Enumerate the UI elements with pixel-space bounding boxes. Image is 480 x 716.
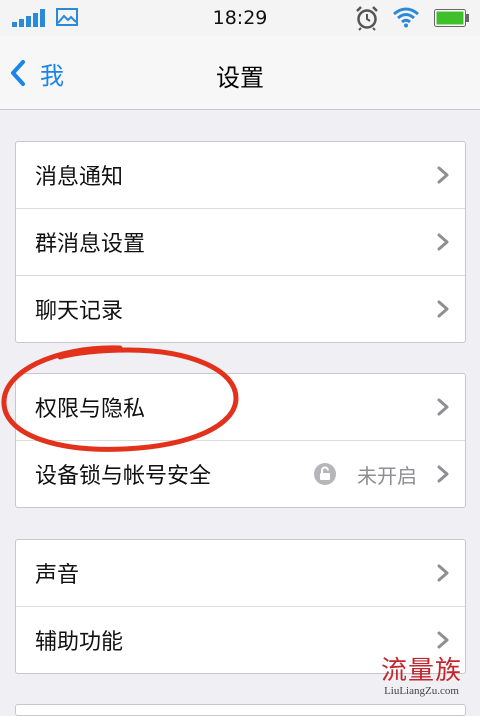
chevron-right-icon <box>437 398 449 416</box>
row-label: 声音 <box>35 563 80 588</box>
settings-group-next <box>15 704 466 716</box>
navigation-bar: 我 设置 <box>0 36 480 110</box>
settings-group-messages: 消息通知 群消息设置 聊天记录 <box>15 141 466 343</box>
chevron-right-icon <box>437 233 449 251</box>
settings-group-security: 权限与隐私 设备锁与帐号安全 未开启 <box>15 373 466 508</box>
chevron-right-icon <box>437 166 449 184</box>
battery-icon <box>434 9 469 27</box>
permissions-privacy-row[interactable]: 权限与隐私 <box>16 374 465 441</box>
chevron-right-icon <box>437 465 449 483</box>
status-bar: 18:29 <box>0 0 480 36</box>
row-label: 辅助功能 <box>35 630 124 655</box>
alarm-icon <box>356 6 378 31</box>
row-label: 设备锁与帐号安全 <box>35 464 212 489</box>
watermark-logo: 流量族 LiuLiangZu.com <box>381 650 462 697</box>
chat-history-row[interactable]: 聊天记录 <box>16 276 465 342</box>
wifi-icon <box>393 7 419 28</box>
device-lock-account-security-row[interactable]: 设备锁与帐号安全 未开启 <box>16 441 465 507</box>
row-value: 未开启 <box>357 463 417 488</box>
lock-icon <box>314 463 336 485</box>
chevron-right-icon <box>437 631 449 649</box>
message-notifications-row[interactable]: 消息通知 <box>16 142 465 209</box>
sound-row[interactable]: 声音 <box>16 540 465 607</box>
watermark-url: LiuLiangZu.com <box>384 685 459 697</box>
watermark-chinese: 流量族 <box>380 656 462 686</box>
chevron-right-icon <box>437 564 449 582</box>
row-label: 聊天记录 <box>35 299 124 324</box>
row-label: 群消息设置 <box>35 232 146 257</box>
chevron-right-icon <box>437 300 449 318</box>
group-message-settings-row[interactable]: 群消息设置 <box>16 209 465 276</box>
page-title: 设置 <box>216 64 264 92</box>
row-label: 消息通知 <box>35 165 124 190</box>
row-label: 权限与隐私 <box>35 397 146 422</box>
